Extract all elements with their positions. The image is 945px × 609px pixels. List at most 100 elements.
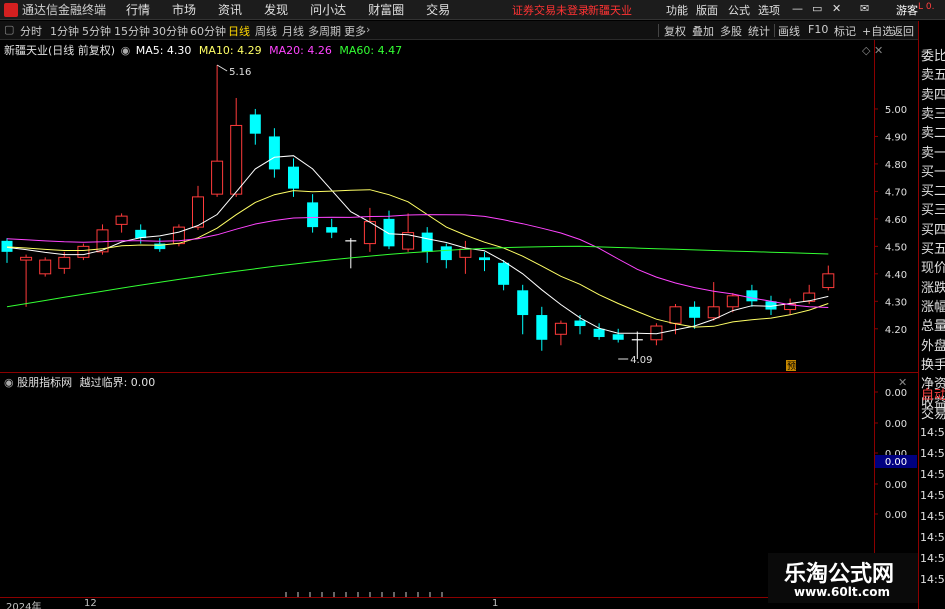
menu-layout[interactable]: 版面: [696, 2, 718, 18]
trade-time: 14:56: [920, 426, 945, 439]
chart-area[interactable]: 5.00 4.90 4.80 4.70 4.60 4.50 4.40 4.30 4.20 5.16…: [0, 40, 918, 600]
candle-body-up: [230, 124, 243, 195]
quote-label: 涨跌: [921, 280, 945, 296]
candle-body-down: [517, 290, 529, 316]
current-stock: 新疆天业: [588, 4, 632, 17]
quote-lower-label[interactable]: 交易: [921, 403, 945, 422]
quote-label: 卖二: [921, 126, 945, 142]
indicator-legend: ◉ 股朋指标网 越过临界: 0.00: [4, 374, 155, 390]
tab-multi-period[interactable]: 多周期: [308, 23, 341, 39]
candle-body-down: [383, 218, 395, 247]
indicator-tick-label: 0.00: [885, 480, 907, 491]
overlay-button[interactable]: 叠加: [692, 23, 714, 39]
candle-body-up: [459, 248, 472, 258]
quote-lower-label[interactable]: 自动: [921, 384, 945, 403]
draw-line-button[interactable]: 画线: [778, 23, 800, 39]
quote-label: 买四: [921, 222, 945, 238]
quote-label: 外盘: [921, 338, 945, 354]
menu-news[interactable]: 资讯: [218, 1, 242, 18]
candle-body-up: [726, 295, 739, 308]
menu-market[interactable]: 市场: [172, 1, 196, 18]
tab-weekly[interactable]: 周线: [255, 23, 277, 39]
legend-ma10: MA10: 4.29: [198, 44, 262, 57]
candle-body-down: [268, 136, 280, 170]
menu-wealth[interactable]: 财富圈: [368, 1, 404, 18]
candle-body-up: [707, 306, 720, 319]
tab-1min[interactable]: 1分钟: [50, 23, 79, 39]
tab-intraday[interactable]: 分时: [20, 23, 42, 39]
tab-15min[interactable]: 15分钟: [114, 23, 150, 39]
tab-daily[interactable]: 日线: [228, 23, 250, 39]
trade-time: 14:56: [920, 531, 945, 544]
trade-time: 14:56: [920, 489, 945, 502]
watermark-url: www.60lt.com: [794, 585, 891, 599]
restore-icon[interactable]: ▭: [812, 2, 822, 15]
back-button[interactable]: 返回: [892, 23, 914, 39]
mail-icon[interactable]: ✉: [860, 2, 869, 15]
quote-label: 买五: [921, 242, 945, 257]
indicator-current-label: 0.00: [885, 457, 907, 468]
f10-button[interactable]: F10: [808, 23, 828, 36]
quote-label: 总量: [921, 319, 945, 335]
candle-body-up: [39, 259, 52, 275]
candle-body-up: [669, 306, 682, 324]
menu-function[interactable]: 功能: [666, 2, 688, 18]
ma20-line: [6, 214, 829, 308]
trade-time: 14:56: [920, 573, 945, 586]
guest-label[interactable]: 游客: [896, 2, 918, 18]
pre-marker-label: 预: [787, 361, 796, 372]
quote-label: 卖三: [921, 106, 945, 122]
candle-body-down: [612, 334, 624, 340]
chart-close-icon[interactable]: ◇ ✕: [862, 44, 883, 57]
y-tick-label: 4.40: [885, 270, 907, 281]
adjust-button[interactable]: 复权: [664, 23, 686, 39]
menu-quotes[interactable]: 行情: [126, 1, 150, 18]
menu-discover[interactable]: 发现: [264, 1, 288, 18]
mark-button[interactable]: 标记: [834, 23, 856, 39]
candle-body-down: [574, 320, 586, 327]
add-watchlist-button[interactable]: +自选: [862, 23, 893, 39]
candle-body-up: [58, 256, 71, 269]
candle-body-down: [1, 240, 13, 252]
trade-time: 14:56: [920, 510, 945, 523]
candle-body-down: [536, 315, 548, 340]
y-tick-label: 4.90: [885, 132, 907, 143]
quote-label: 卖五: [921, 68, 945, 84]
legend-ma60: MA60: 4.47: [339, 44, 403, 57]
quote-label: 换手: [921, 357, 945, 373]
menu-options[interactable]: 选项: [758, 2, 780, 18]
low-label: 4.09: [630, 355, 652, 366]
minimize-icon[interactable]: —: [792, 2, 803, 15]
kline-chart[interactable]: 5.00 4.90 4.80 4.70 4.60 4.50 4.40 4.30 4.20 5.16…: [0, 40, 918, 597]
tab-60min[interactable]: 60分钟: [190, 23, 226, 39]
legend-ma20: MA20: 4.26: [269, 44, 332, 57]
stats-button[interactable]: 统计: [748, 23, 770, 39]
more-chevron-icon[interactable]: ›: [366, 23, 370, 36]
tab-monthly[interactable]: 月线: [282, 23, 304, 39]
close-icon[interactable]: ✕: [832, 2, 841, 15]
toolbar-toggle-icon[interactable]: ▢: [4, 23, 14, 36]
menu-trade[interactable]: 交易: [426, 1, 450, 18]
menu-ask[interactable]: 问小达: [310, 1, 346, 18]
y-tick-label: 4.20: [885, 325, 907, 336]
watermark: 乐淘公式网 www.60lt.com: [768, 553, 918, 603]
quote-label: 买一: [921, 164, 945, 180]
app-title: 通达信金融终端: [22, 3, 107, 17]
y-tick-label: 4.80: [885, 160, 907, 171]
multi-stock-button[interactable]: 多股: [720, 23, 742, 39]
tab-5min[interactable]: 5分钟: [82, 23, 111, 39]
y-tick-label: 4.60: [885, 215, 907, 226]
menu-formula[interactable]: 公式: [728, 2, 750, 18]
candle-body-down: [479, 257, 490, 261]
legend-title: 新疆天业(日线 前复权): [4, 44, 116, 57]
indicator-close-icon[interactable]: ✕: [898, 376, 907, 389]
date-label-dec: 12: [84, 598, 97, 609]
tab-30min[interactable]: 30分钟: [152, 23, 188, 39]
indicator-toggle-icon[interactable]: ◉: [4, 376, 14, 389]
candle-body-up: [192, 196, 204, 228]
high-marker: [216, 64, 228, 72]
tab-more[interactable]: 更多: [344, 23, 366, 39]
login-status[interactable]: 证券交易未登录: [512, 2, 589, 18]
legend-toggle-icon[interactable]: ◉: [121, 44, 131, 57]
quote-label: 涨幅: [921, 299, 945, 315]
